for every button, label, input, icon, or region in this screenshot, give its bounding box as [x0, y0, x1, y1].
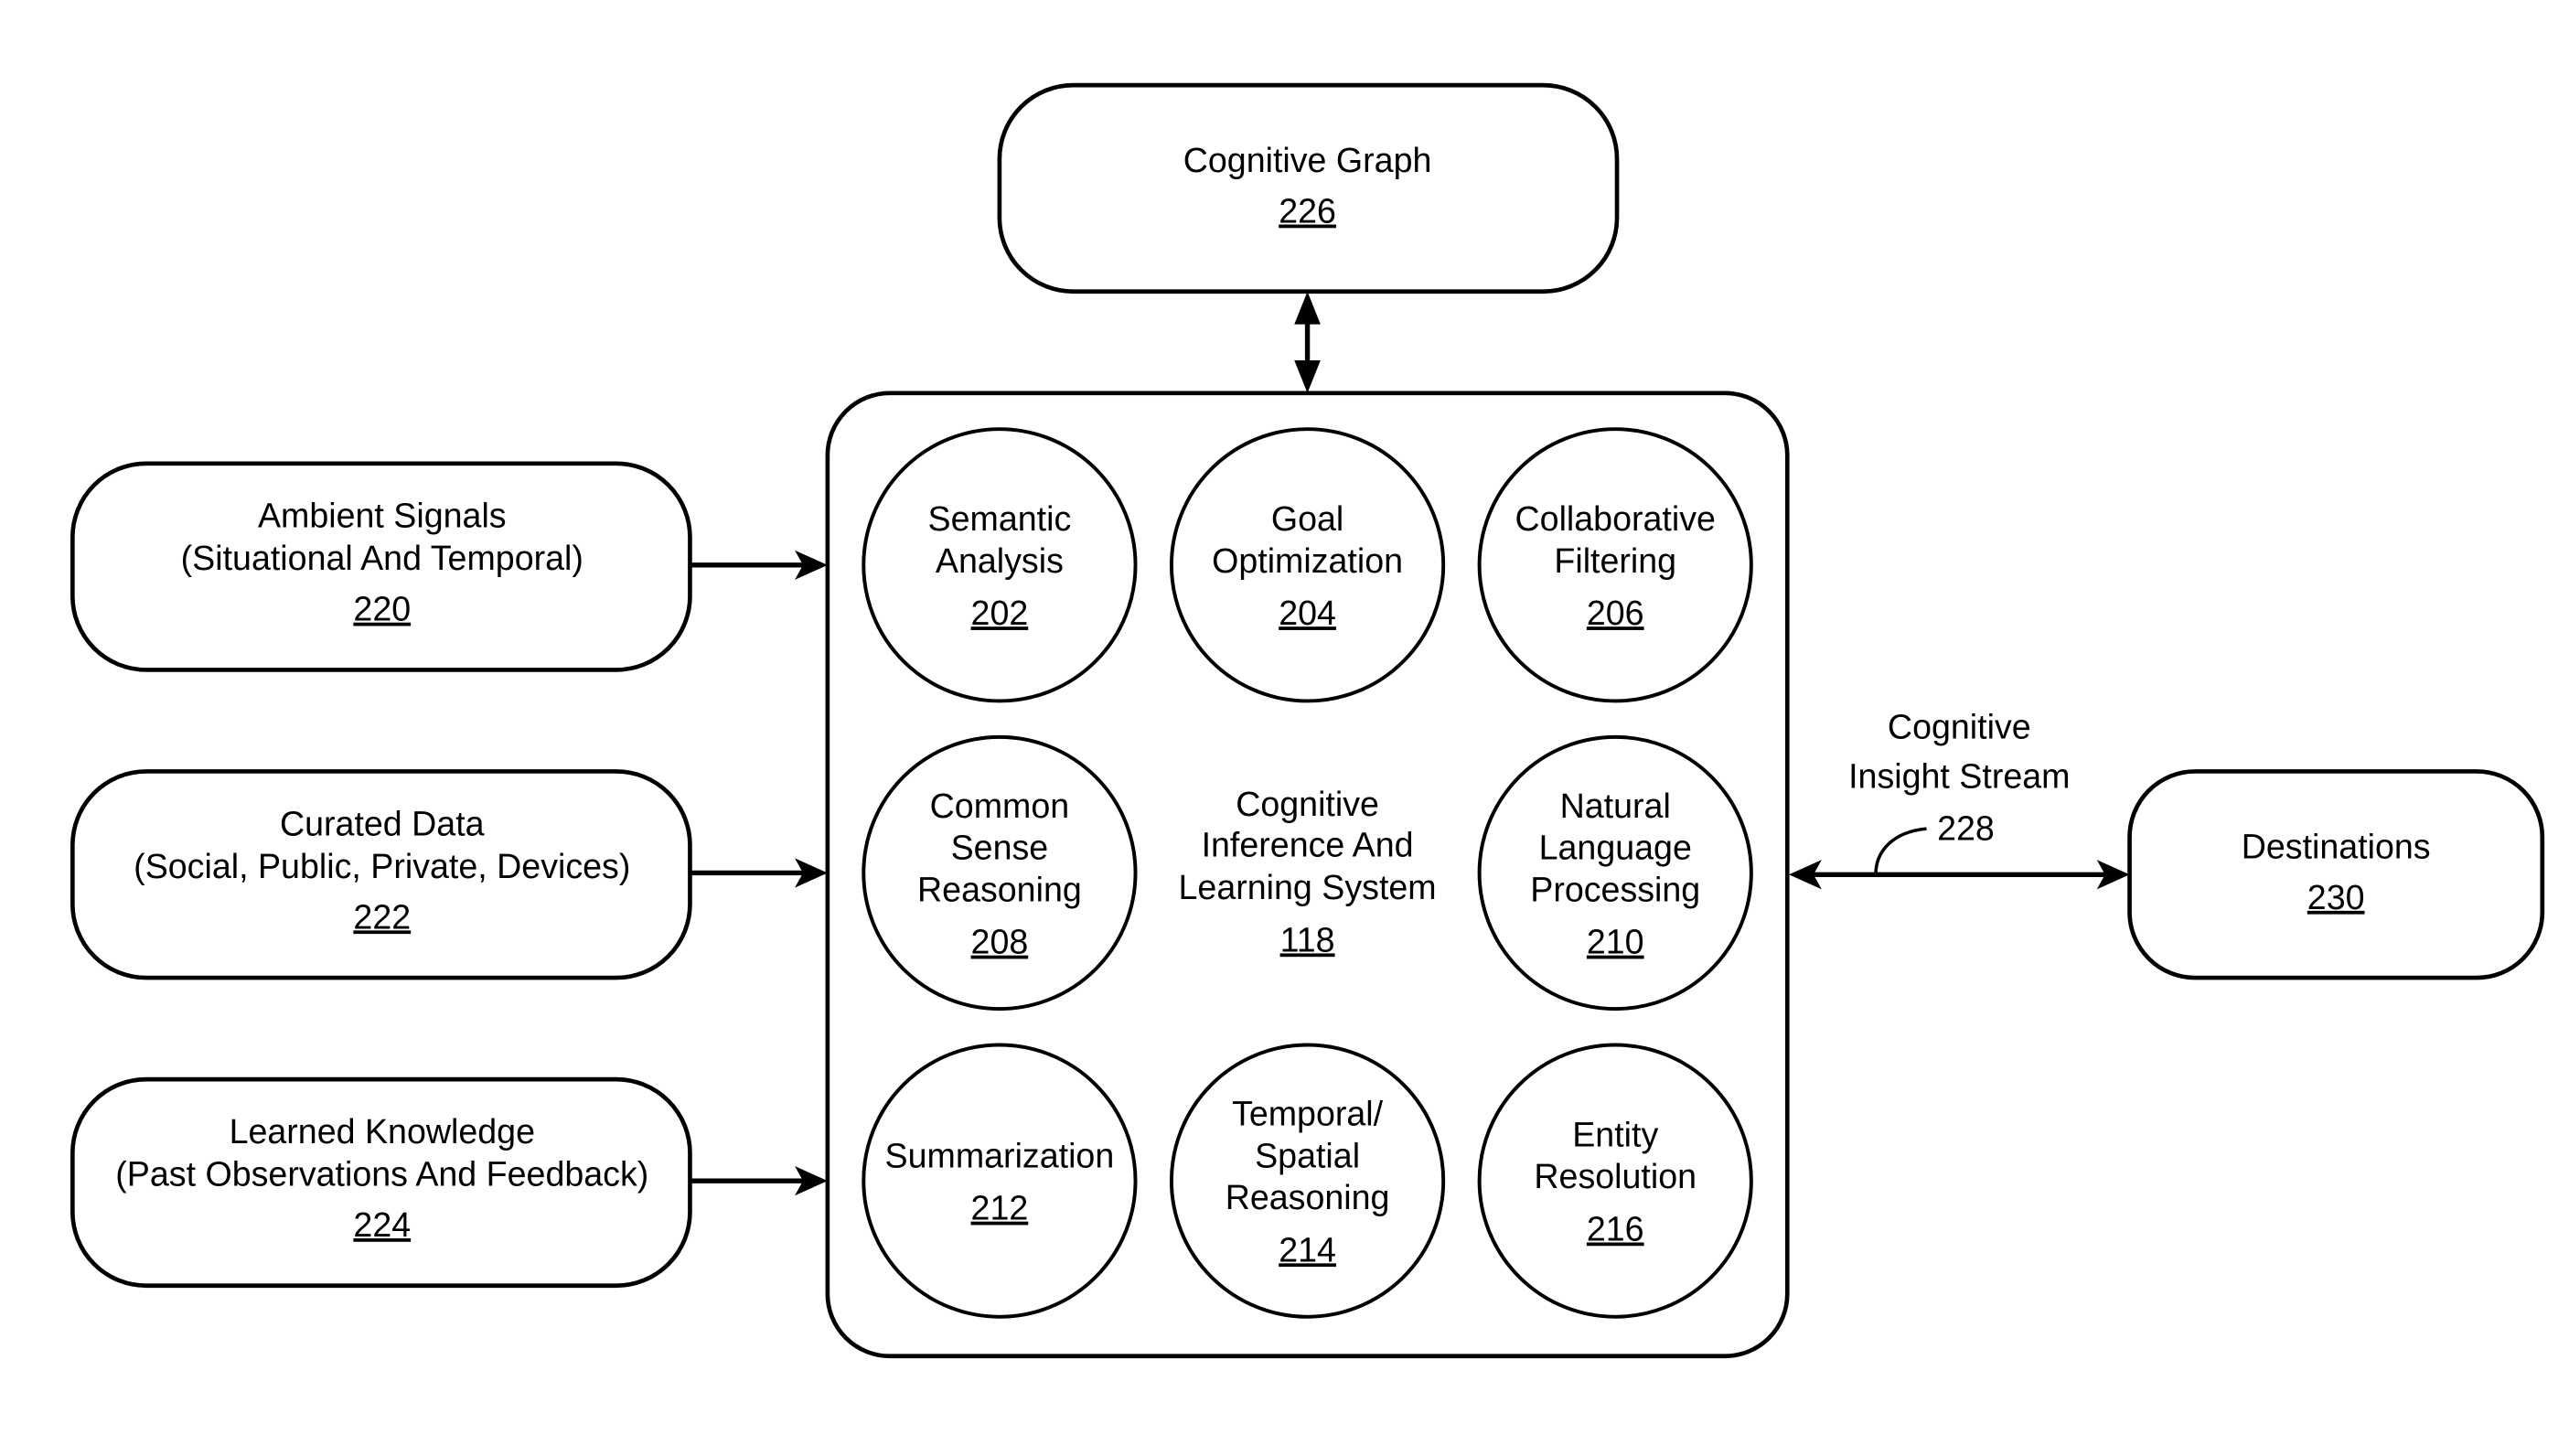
input-sources: Ambient Signals (Situational And Temporal… [70, 461, 828, 1289]
module-label-line: Analysis [936, 541, 1064, 580]
module-label-line: Collaborative [1515, 499, 1716, 538]
arrow-up-icon [1294, 291, 1321, 325]
module-label-line: Goal [1271, 499, 1343, 538]
stream-label-line-2: Insight Stream [1848, 756, 2070, 795]
module-label-line: Sense [951, 829, 1049, 867]
module-label-line: Processing [1530, 870, 1700, 908]
input-ref: 220 [353, 590, 411, 628]
destinations-title: Destinations [2242, 827, 2431, 865]
module-ref: 212 [971, 1189, 1029, 1227]
module-label-line: Language [1539, 829, 1692, 867]
module-204: GoalOptimization 204 [1169, 427, 1446, 703]
module-ref: 204 [1279, 594, 1336, 632]
module-label-line: Filtering [1554, 541, 1676, 580]
module-label-line: Semantic [928, 499, 1072, 538]
module-label-line: Spatial [1255, 1136, 1360, 1174]
destinations-ref: 230 [2307, 878, 2365, 916]
module-206: CollaborativeFiltering 206 [1477, 427, 1753, 703]
stream-leader-line [1874, 827, 1927, 875]
input-ref: 224 [353, 1205, 411, 1244]
module-ref: 202 [971, 594, 1029, 632]
module-212: Summarization 212 [862, 1043, 1138, 1319]
arrow-down-icon [1294, 359, 1321, 393]
module-label-line: Summarization [885, 1136, 1115, 1174]
system-label-line-2: Inference And [1202, 826, 1414, 864]
system-label-line-1: Cognitive [1236, 785, 1379, 823]
input-node-220: Ambient Signals (Situational And Temporal… [70, 461, 828, 672]
module-label-line: Entity [1572, 1116, 1658, 1154]
stream-ref: 228 [1937, 809, 1995, 848]
graph-system-arrow [1294, 291, 1321, 393]
input-title: Ambient Signals [258, 497, 507, 535]
module-label-line: Common [930, 787, 1070, 825]
module-label-line: Natural [1560, 787, 1671, 825]
cognitive-graph-node: Cognitive Graph 226 [997, 82, 1620, 294]
module-label-line: Temporal/ [1232, 1095, 1384, 1133]
input-node-222: Curated Data (Social, Public, Private, De… [70, 769, 828, 980]
destinations-box [2127, 769, 2545, 980]
module-label-line: Optimization [1212, 541, 1403, 580]
insight-stream: Cognitive Insight Stream 228 [1789, 708, 2130, 890]
module-208: Common SenseReasoning 208 [862, 734, 1138, 1012]
module-202: SemanticAnalysis 202 [862, 427, 1138, 703]
cognitive-graph-ref: 226 [1279, 192, 1336, 230]
module-210: Natural LanguageProcessing 210 [1477, 734, 1753, 1012]
module-ref: 208 [971, 923, 1029, 961]
module-ref: 206 [1587, 594, 1644, 632]
input-ref: 222 [353, 897, 411, 936]
system-label-line-3: Learning System [1179, 868, 1437, 906]
module-label-line: Reasoning [917, 870, 1082, 908]
module-label-line: Resolution [1534, 1157, 1697, 1195]
module-ref: 210 [1587, 923, 1644, 961]
stream-label-line-1: Cognitive [1888, 708, 2031, 746]
input-subtitle: (Situational And Temporal) [181, 539, 583, 577]
module-ref: 216 [1587, 1210, 1644, 1248]
system-ref: 118 [1280, 920, 1335, 958]
input-node-224: Learned Knowledge (Past Observations And … [70, 1076, 828, 1289]
destinations-node: Destinations 230 [2127, 769, 2545, 980]
module-ref: 214 [1279, 1230, 1336, 1269]
input-title: Curated Data [280, 804, 485, 842]
cognitive-system-diagram: Cognitive Graph 226 Ambient Signals (Situ… [70, 82, 2545, 1359]
module-label-line: Reasoning [1226, 1178, 1390, 1216]
input-title: Learned Knowledge [230, 1112, 535, 1151]
module-214: Temporal/Spatial Reasoning 214 [1169, 1043, 1446, 1319]
module-216: EntityResolution 216 [1477, 1043, 1753, 1319]
input-subtitle: (Past Observations And Feedback) [115, 1155, 648, 1194]
module-circle [862, 1043, 1138, 1319]
cognitive-graph-title: Cognitive Graph [1183, 141, 1432, 179]
input-subtitle: (Social, Public, Private, Devices) [134, 847, 630, 885]
cognitive-graph-box [997, 82, 1620, 294]
